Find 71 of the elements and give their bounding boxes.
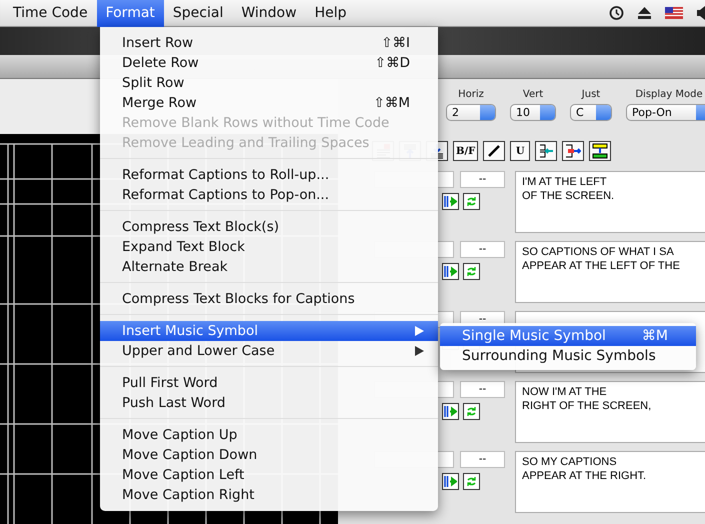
setting-select[interactable]: C — [570, 104, 612, 121]
menu-bar-item[interactable]: Time Code — [4, 0, 97, 26]
menu-bar-item[interactable]: Window — [232, 0, 306, 26]
loop-icon — [466, 266, 477, 277]
menu-item[interactable]: Move Caption Up — [100, 425, 438, 445]
loop-icon — [466, 196, 477, 207]
menu-item[interactable]: Compress Text Blocks for Captions — [100, 289, 438, 309]
setting-select[interactable]: Pop-On — [626, 104, 705, 121]
menu-item[interactable]: Reformat Captions to Roll-up... — [100, 165, 438, 185]
menu-item[interactable]: Push Last Word — [100, 393, 438, 413]
loop-icon — [466, 476, 477, 487]
caption-text-box[interactable]: SO MY CAPTIONS APPEAR AT THE RIGHT. — [515, 451, 705, 513]
merge-left-icon — [538, 143, 554, 159]
merge-right-icon — [565, 143, 582, 159]
italic-icon — [486, 143, 502, 159]
duration-field[interactable]: -- — [460, 171, 505, 188]
loop-icon — [466, 406, 477, 417]
menu-item[interactable]: Single Music Symbol ⌘M — [440, 326, 696, 346]
setting-label: Display Mode — [635, 89, 703, 100]
clock-icon[interactable] — [608, 5, 624, 21]
format-button[interactable]: B/F — [453, 141, 478, 161]
menu-item[interactable]: Delete Row ⇧⌘D — [100, 53, 438, 73]
submenu-item[interactable]: Upper and Lower Case — [100, 341, 438, 361]
menu-item[interactable]: Split Row — [100, 73, 438, 93]
submenu-item[interactable]: Insert Music Symbol — [100, 321, 438, 341]
menu-item[interactable]: Merge Row ⇧⌘M — [100, 93, 438, 113]
loop-button[interactable] — [463, 403, 480, 420]
duration-field[interactable]: -- — [460, 381, 505, 398]
flag-icon[interactable] — [665, 7, 683, 19]
step-button[interactable] — [442, 263, 459, 280]
loop-button[interactable] — [463, 473, 480, 490]
menu-item[interactable]: Surrounding Music Symbols — [440, 346, 696, 366]
menu-item[interactable]: Move Caption Right — [100, 485, 438, 505]
setting-label: Vert — [522, 89, 544, 100]
step-button[interactable] — [442, 403, 459, 420]
setting-label: Horiz — [458, 89, 484, 100]
step-forward-icon — [444, 406, 457, 417]
caption-text-box[interactable]: I'M AT THE LEFT OF THE SCREEN. — [515, 171, 705, 233]
menu-item[interactable]: Compress Text Block(s) — [100, 217, 438, 237]
eject-icon[interactable] — [638, 7, 651, 19]
loop-button[interactable] — [463, 193, 480, 210]
loop-button[interactable] — [463, 263, 480, 280]
menu-item[interactable]: Insert Row ⇧⌘I — [100, 33, 438, 53]
toolbar-button[interactable] — [535, 141, 558, 161]
toolbar-button[interactable] — [483, 141, 506, 161]
toolbar-button[interactable] — [562, 141, 584, 161]
menu-item[interactable]: Move Caption Down — [100, 445, 438, 465]
stack-icon — [592, 143, 608, 159]
caption-text-box[interactable]: NOW I'M AT THE RIGHT OF THE SCREEN, — [515, 381, 705, 443]
toolbar-button[interactable] — [589, 141, 612, 161]
setting-select[interactable]: 10 — [510, 104, 556, 121]
menu-item[interactable]: Move Caption Left — [100, 465, 438, 485]
step-forward-icon — [444, 196, 457, 207]
setting-label: Just — [582, 89, 600, 100]
step-button[interactable] — [442, 193, 459, 210]
step-button[interactable] — [442, 473, 459, 490]
menu-item[interactable]: Alternate Break — [100, 257, 438, 277]
duration-field[interactable]: -- — [460, 241, 505, 258]
duration-field[interactable]: -- — [460, 451, 505, 468]
menu-item[interactable]: Reformat Captions to Pop-on... — [100, 185, 438, 205]
format-button[interactable]: U — [510, 141, 530, 161]
menu-bar-item[interactable]: Help — [306, 0, 356, 26]
menu-bar-item[interactable]: Special — [164, 0, 232, 26]
menu-item[interactable]: Pull First Word — [100, 373, 438, 393]
menu-bar-item[interactable]: Format — [96, 0, 164, 26]
setting-select[interactable]: 2 — [446, 104, 496, 121]
caption-text-box[interactable]: SO CAPTIONS OF WHAT I SA APPEAR AT THE LEFT OF THE — [515, 241, 705, 303]
step-forward-icon — [444, 266, 457, 277]
menu-item[interactable]: Expand Text Block — [100, 237, 438, 257]
speaker-icon[interactable] — [697, 6, 705, 20]
step-forward-icon — [444, 476, 457, 487]
